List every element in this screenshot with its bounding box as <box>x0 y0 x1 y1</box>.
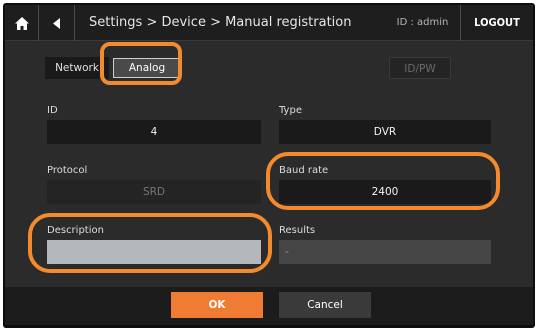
description-input[interactable] <box>47 240 261 264</box>
logout-button[interactable]: LOGOUT <box>461 5 533 41</box>
bottom-bar <box>5 287 533 325</box>
protocol-select: SRD <box>47 180 261 204</box>
baud-rate-select[interactable]: 2400 <box>279 180 491 204</box>
results-label: Results <box>279 225 316 236</box>
tab-analog[interactable]: Analog <box>113 58 181 78</box>
cancel-button[interactable]: Cancel <box>279 292 371 318</box>
results-field: - <box>279 240 491 264</box>
description-label: Description <box>47 225 104 236</box>
back-icon <box>52 17 60 29</box>
id-label: ID <box>47 105 58 116</box>
tab-idpw[interactable]: ID/PW <box>389 57 451 79</box>
user-id-label: ID : admin <box>385 5 461 41</box>
baud-rate-label: Baud rate <box>279 165 329 176</box>
tab-network[interactable]: Network <box>45 57 109 79</box>
protocol-label: Protocol <box>47 165 88 176</box>
back-button[interactable] <box>39 5 75 41</box>
settings-panel: Settings > Device > Manual registration … <box>5 5 533 325</box>
home-button[interactable] <box>5 5 39 41</box>
type-label: Type <box>279 105 302 116</box>
id-field[interactable]: 4 <box>47 120 261 144</box>
home-icon <box>14 16 29 30</box>
type-select[interactable]: DVR <box>279 120 491 144</box>
top-bar: Settings > Device > Manual registration … <box>5 5 533 41</box>
ok-button[interactable]: OK <box>171 292 263 318</box>
breadcrumb: Settings > Device > Manual registration <box>89 15 352 30</box>
